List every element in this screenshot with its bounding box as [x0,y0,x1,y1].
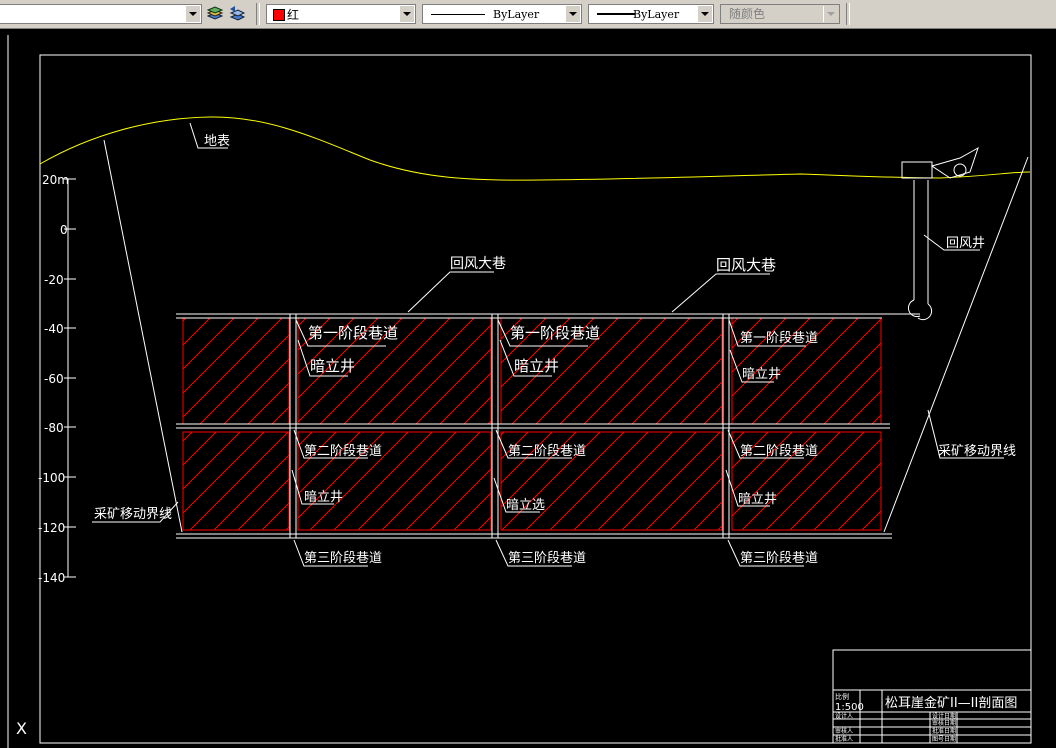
title-row-label: 审核人 [835,727,853,735]
drawing-canvas[interactable]: 20m 0 -20 -40 -60 -80 -100 -120 -140 地表 … [0,29,1056,748]
ore-block [182,317,290,425]
plotstyle-value: 随颜色 [729,7,766,21]
boundary-label-right: 采矿移动界线 [938,444,1016,459]
ore-block [182,431,290,531]
title-cell: 图号日期 [932,735,956,743]
linetype-dropdown[interactable]: ByLayer [422,4,582,24]
axis-label: -40 [44,322,64,336]
raise-label: 暗立井 [742,367,781,382]
raise-label: 暗立选 [506,498,545,513]
raise-label: 暗立井 [514,357,559,375]
plotstyle-dropdown: 随颜色 [720,4,840,24]
axis-label: -140 [38,571,65,585]
level3-label: 第三阶段巷道 [508,551,586,566]
ucs-icon: X [16,719,27,738]
boundary-label-left: 采矿移动界线 [94,507,172,522]
toolbar-separator [256,3,260,25]
elevation-scale [64,178,76,578]
drawing-title: 松耳崖金矿II—II剖面图 [885,695,1017,711]
title-row-label: 设计人 [835,712,853,720]
lineweight-sample [597,13,635,15]
chevron-down-icon[interactable] [185,6,200,22]
layer-states-icon[interactable] [206,5,224,23]
return-drift-label: 回风大巷 [716,256,776,274]
return-shaft-label: 回风井 [946,236,985,251]
return-air-shaft [901,146,979,321]
raise-label: 暗立井 [738,492,777,507]
color-swatch [273,9,285,21]
title-cell: 批准日期 [932,727,956,735]
ground-surface [39,116,1031,181]
lineweight-dropdown[interactable]: ByLayer [588,4,714,24]
axis-label: -20 [44,273,64,287]
layer-previous-icon[interactable] [228,5,246,23]
raise-label: 暗立井 [304,490,343,505]
return-drift-label: 回风大巷 [450,256,506,272]
level2-label: 第二阶段巷道 [508,444,586,459]
title-row-label: 批准人 [835,735,853,743]
properties-toolbar: 红 ByLayer ByLayer 随颜色 [0,0,1056,29]
chevron-down-icon[interactable] [565,6,580,22]
color-dropdown[interactable]: 红 [266,4,416,24]
level1-label: 第一阶段巷道 [740,331,818,346]
level1-label: 第一阶段巷道 [308,324,398,342]
scale-value: 1:500 [835,702,864,713]
axis-label: 0 [60,223,68,237]
raise-label: 暗立井 [310,357,355,375]
scale-header: 比例 [835,692,849,701]
level3-label: 第三阶段巷道 [740,551,818,566]
title-cell: 设计日期 [932,712,956,720]
boundary-line-right [883,156,1029,533]
axis-label: -100 [38,471,65,485]
lineweight-value: ByLayer [633,8,680,21]
level1-label: 第一阶段巷道 [510,324,600,342]
linetype-value: ByLayer [493,8,540,21]
level2-label: 第二阶段巷道 [740,444,818,459]
color-value: 红 [287,8,300,22]
axis-label: 20m [42,173,69,187]
chevron-down-icon [823,6,838,22]
toolbar-separator [846,3,850,25]
axis-label: -120 [38,521,65,535]
surface-label: 地表 [204,134,230,149]
boundary-line-left [103,139,183,533]
axis-label: -60 [44,372,64,386]
level2-label: 第二阶段巷道 [304,444,382,459]
level3-label: 第三阶段巷道 [304,551,382,566]
axis-label: -80 [44,421,64,435]
chevron-down-icon[interactable] [697,6,712,22]
layer-dropdown[interactable] [0,4,202,24]
title-cell: 审核日期 [932,719,956,727]
chevron-down-icon[interactable] [399,6,414,22]
linetype-sample [431,14,485,15]
